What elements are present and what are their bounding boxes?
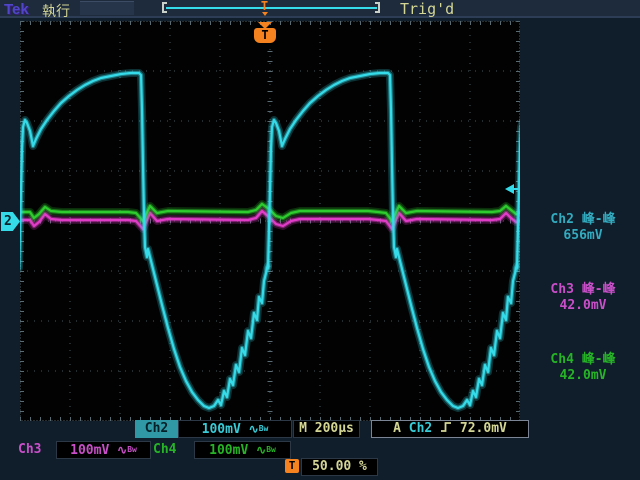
ch4-scale-readout: 100mV ∿Bw: [194, 441, 291, 459]
trigger-position-flag-icon: T: [254, 28, 276, 43]
measurement-value: 42.0mV: [528, 368, 638, 384]
ch2-channel-chip: Ch2: [135, 420, 178, 438]
window-bracket-left-icon: [162, 2, 167, 13]
bandwidth-limit-icon: Bw: [259, 424, 269, 433]
trigger-level: 72.0mV: [460, 421, 507, 436]
horizontal-position-readout: 50.00 %: [301, 458, 378, 476]
measurement-label: Ch4 峰-峰: [528, 352, 638, 368]
trigger-position-mini-icon: T: [258, 0, 271, 16]
channel2-reference-marker: 2: [1, 212, 20, 231]
ch3-scale-readout: 100mV ∿Bw: [56, 441, 151, 459]
trigger-status: Trig'd: [400, 0, 454, 18]
ch4-channel-label: Ch4: [153, 442, 176, 457]
trigger-level-arrow-tail: [513, 188, 519, 190]
measurement-ch2-peak-to-peak: Ch2 峰-峰 656mV: [528, 212, 638, 244]
measurement-value: 42.0mV: [528, 298, 638, 314]
top-status-bar: Tek 執行 T Trig'd: [0, 0, 640, 18]
trigger-mode: A: [393, 421, 401, 436]
bandwidth-limit-icon: Bw: [266, 445, 276, 454]
trigger-level-arrow-icon: [505, 184, 519, 194]
ch3-channel-label: Ch3: [18, 442, 41, 457]
measurement-value: 656mV: [528, 228, 638, 244]
measurement-label: Ch2 峰-峰: [528, 212, 638, 228]
trigger-readout: A Ch2 72.0mV: [371, 420, 529, 438]
tek-logo: Tek: [4, 1, 29, 18]
measurement-label: Ch3 峰-峰: [528, 282, 638, 298]
graticule: [20, 21, 520, 421]
window-bracket-right-icon: [375, 2, 380, 13]
ac-coupling-icon: ∿: [256, 443, 266, 457]
ch2-scale-readout: 100mV ∿Bw: [178, 420, 292, 438]
horizontal-trigger-position-icon: T: [285, 459, 299, 473]
waveform-display: [20, 21, 520, 421]
ch2-scale-value: 100mV: [202, 422, 241, 437]
acquisition-run-status: 執行: [42, 1, 70, 21]
ac-coupling-icon: ∿: [117, 443, 127, 457]
bandwidth-limit-icon: Bw: [127, 445, 137, 454]
rising-edge-icon: [440, 421, 452, 433]
ac-coupling-icon: ∿: [249, 422, 259, 436]
timebase-value: 200µs: [315, 421, 354, 436]
measurement-ch4-peak-to-peak: Ch4 峰-峰 42.0mV: [528, 352, 638, 384]
menu-panel: [80, 1, 134, 15]
horizontal-position-value: 50.00 %: [312, 459, 367, 474]
timebase-readout: M 200µs: [293, 420, 360, 438]
timebase-prefix: M: [299, 421, 307, 436]
acquisition-window-bar: [166, 7, 377, 9]
trigger-source: Ch2: [409, 421, 432, 436]
ch3-scale-value: 100mV: [70, 443, 109, 458]
ch4-scale-value: 100mV: [209, 443, 248, 458]
measurement-ch3-peak-to-peak: Ch3 峰-峰 42.0mV: [528, 282, 638, 314]
